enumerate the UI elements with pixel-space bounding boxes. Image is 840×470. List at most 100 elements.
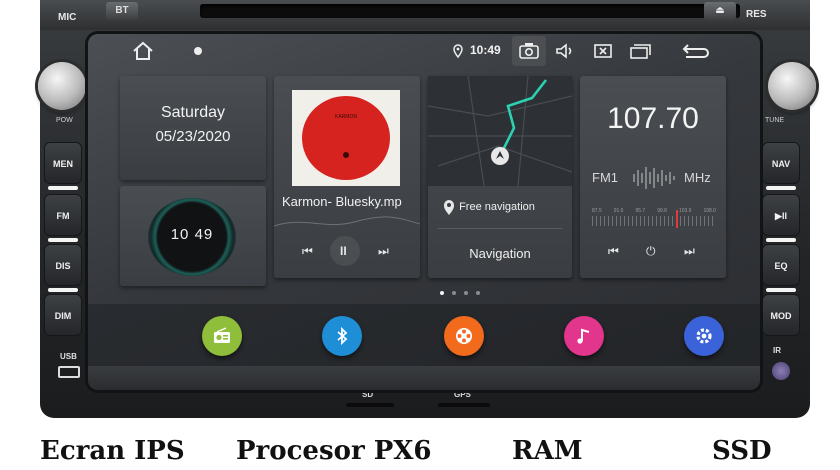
android-screen: 10:49 Saturday 05/23/2020 10 49 KARMON K…	[88, 34, 760, 390]
signal-waveform	[633, 167, 675, 189]
free-navigation-label: Free navigation	[459, 200, 535, 213]
album-art: KARMON	[292, 90, 400, 186]
page-dot[interactable]	[452, 291, 456, 295]
navigation-widget[interactable]: Free navigation Navigation	[427, 75, 573, 278]
clock-time: 10 49	[170, 226, 214, 243]
album-label: KARMON	[335, 114, 357, 120]
scale-tick-label: 99.8	[657, 208, 667, 214]
page-dot[interactable]	[440, 291, 444, 295]
radio-next-button[interactable]: ⏭	[684, 244, 695, 259]
navigation-title: Navigation	[469, 246, 531, 261]
next-track-button[interactable]: ⏭	[378, 244, 389, 259]
waveform-line	[274, 216, 420, 227]
radio-prev-button[interactable]: ⏮	[608, 244, 619, 259]
volume-icon[interactable]	[554, 41, 576, 67]
mod-button[interactable]: MOD	[762, 294, 800, 336]
tune-knob[interactable]	[768, 62, 816, 110]
dis-button[interactable]: DIS	[44, 244, 82, 286]
usb-label: USB	[60, 352, 77, 361]
eq-button[interactable]: EQ	[762, 244, 800, 286]
bluetooth-app-icon[interactable]	[322, 316, 362, 356]
nav-button[interactable]: NAV	[762, 142, 800, 184]
vinyl-record: KARMON	[302, 96, 390, 180]
page-dot[interactable]	[464, 291, 468, 295]
caption-procesor: Procesor PX6	[236, 436, 432, 466]
location-pin-icon	[452, 41, 464, 67]
song-title: Karmon- Bluesky.mp	[282, 194, 402, 209]
button-divider	[766, 186, 796, 190]
free-navigation-row[interactable]: Free navigation	[442, 198, 535, 216]
shield-icon	[192, 41, 204, 67]
frequency-marker[interactable]	[676, 210, 678, 228]
button-divider	[48, 288, 78, 292]
screen-bottom-bezel	[88, 366, 760, 390]
clock-ring: 10 49	[148, 198, 236, 276]
radio-frequency: 107.70	[607, 102, 699, 135]
head-unit: MIC BT ⏏ RES POW TUNE MEN FM DIS DIM NAV…	[38, 0, 816, 418]
tune-label: TUNE	[765, 117, 785, 124]
radio-power-button[interactable]: ⏻	[646, 244, 656, 259]
music-widget[interactable]: KARMON Karmon- Bluesky.mp ⏮ II ⏭	[274, 76, 420, 278]
ir-sensor	[772, 362, 790, 380]
gps-label: GPS	[454, 390, 471, 399]
button-divider	[48, 238, 78, 242]
music-app-icon[interactable]	[564, 316, 604, 356]
video-app-icon[interactable]	[444, 316, 484, 356]
res-label: RES	[746, 9, 767, 20]
cd-slot	[200, 4, 740, 18]
scale-tick-label: 95.7	[635, 208, 646, 214]
frequency-ticks	[592, 216, 716, 226]
map-preview	[427, 75, 573, 187]
eject-icon: ⏏	[715, 5, 725, 16]
divider	[438, 228, 562, 229]
sd-label: SD	[362, 390, 374, 399]
scale-tick-label: 87.5	[592, 208, 602, 214]
button-divider	[766, 238, 796, 242]
dim-button[interactable]: DIM	[44, 294, 82, 336]
camera-icon[interactable]	[518, 41, 540, 67]
play-pause-button[interactable]: ▶II	[762, 194, 800, 236]
radio-unit: MHz	[684, 170, 711, 185]
bt-button[interactable]: BT	[106, 2, 138, 20]
date-text: 05/23/2020	[155, 128, 231, 145]
vinyl-hole	[343, 152, 349, 158]
sd-slot[interactable]	[346, 403, 394, 407]
power-volume-knob[interactable]	[38, 62, 86, 110]
scale-tick-label: 91.6	[613, 208, 624, 214]
settings-app-icon[interactable]	[684, 316, 724, 356]
home-icon[interactable]	[132, 41, 154, 67]
previous-track-button[interactable]: ⏮	[302, 244, 313, 259]
caption-ecran-ips: Ecran IPS	[40, 436, 185, 466]
frequency-scale: 87.5 91.6 95.7 99.8 103.9 108.0	[592, 208, 716, 214]
button-divider	[766, 288, 796, 292]
button-divider	[48, 186, 78, 190]
scale-tick-label: 108.0	[703, 208, 716, 214]
caption-ssd: SSD	[712, 436, 772, 466]
page-dot[interactable]	[476, 291, 480, 295]
radio-app-icon[interactable]	[202, 316, 242, 356]
scale-tick-label: 103.9	[678, 208, 692, 214]
usb-port[interactable]	[58, 366, 80, 378]
date-widget[interactable]: Saturday 05/23/2020	[120, 76, 266, 180]
mic-label: MIC	[58, 12, 77, 23]
fm-button[interactable]: FM	[44, 194, 82, 236]
gps-slot[interactable]	[438, 403, 490, 407]
page-indicator	[398, 291, 480, 297]
close-box-icon[interactable]	[592, 41, 614, 67]
recent-apps-icon[interactable]	[628, 41, 652, 67]
status-bar: 10:49	[88, 34, 760, 68]
location-pin-icon	[444, 200, 454, 215]
radio-band: FM1	[592, 170, 618, 185]
caption-ram: RAM	[512, 436, 583, 466]
day-text: Saturday	[160, 104, 226, 121]
pow-label: POW	[56, 117, 73, 124]
app-dock	[88, 304, 760, 366]
ir-label: IR	[773, 346, 781, 355]
radio-widget[interactable]: 107.70 FM1 MHz 87.5 91.6 95.7 99.8 103.9…	[580, 76, 726, 278]
men-button[interactable]: MEN	[44, 142, 82, 184]
status-time: 10:49	[470, 43, 501, 57]
pause-button[interactable]: II	[340, 244, 347, 258]
clock-widget[interactable]: 10 49	[120, 186, 266, 286]
back-icon[interactable]	[680, 41, 710, 67]
eject-button[interactable]: ⏏	[704, 2, 736, 20]
